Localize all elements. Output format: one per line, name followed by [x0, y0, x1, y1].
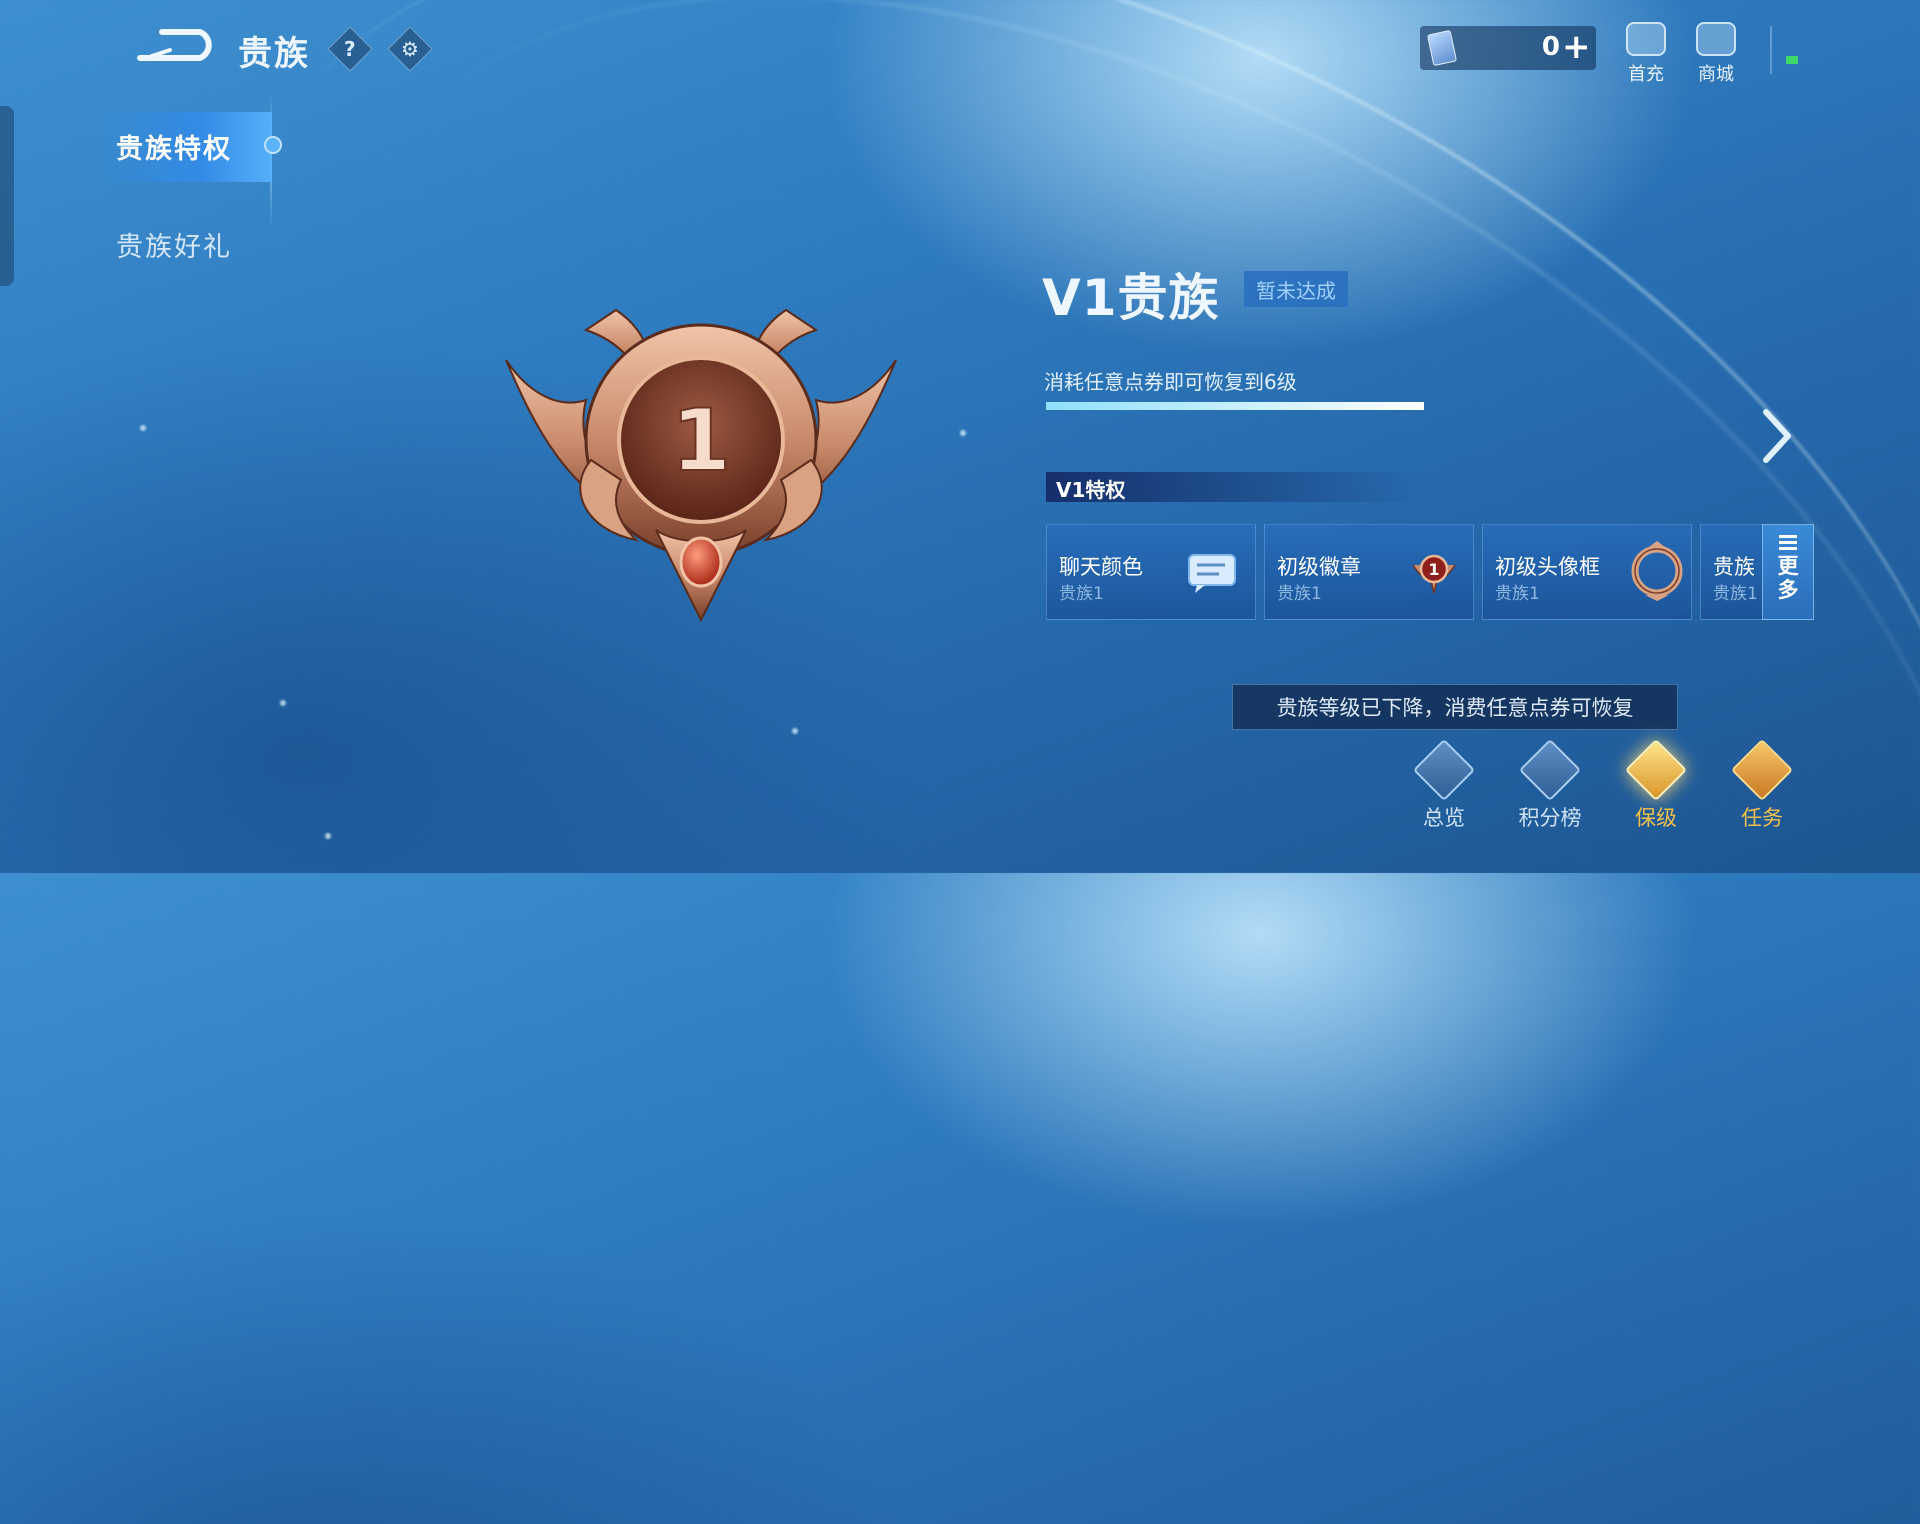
level-drop-tooltip: 贵族等级已下降，消费任意点券可恢复 — [1232, 684, 1678, 730]
gear-glyph: ⚙ — [401, 37, 419, 61]
background-sparkle — [140, 425, 146, 431]
leaderboard-icon — [1518, 738, 1582, 802]
overview-icon — [1412, 738, 1476, 802]
list-icon — [1779, 535, 1797, 550]
v1-emblem: 1 — [505, 308, 897, 623]
svg-text:1: 1 — [1428, 560, 1439, 579]
progress-hint: 消耗任意点券即可恢复到6级 — [1044, 370, 1297, 394]
privilege-card-badge[interactable]: 初级徽章 贵族1 1 — [1264, 524, 1474, 620]
privilege-card-partial[interactable]: 贵族 贵族1 — [1700, 524, 1766, 620]
tab-keep-level[interactable]: 保级 — [1616, 738, 1696, 832]
tab-label: 保级 — [1635, 806, 1677, 830]
privilege-name: 初级头像框 — [1495, 555, 1600, 579]
sidebar-item-privileges[interactable]: 贵族特权 — [116, 127, 232, 166]
first-recharge-label: 首充 — [1628, 64, 1664, 85]
first-recharge-icon — [1626, 22, 1666, 56]
privilege-card-chat-color[interactable]: 聊天颜色 贵族1 — [1046, 524, 1256, 620]
privileges-header: V1特权 — [1056, 478, 1126, 502]
add-currency-button[interactable]: + — [1562, 30, 1591, 64]
battery-icon — [1786, 56, 1798, 64]
chat-bubble-icon — [1188, 554, 1236, 593]
tab-leaderboard[interactable]: 积分榜 — [1510, 738, 1590, 832]
edge-handle — [0, 106, 14, 286]
background-sparkle — [325, 833, 331, 839]
privilege-card-avatar-frame[interactable]: 初级头像框 贵族1 — [1482, 524, 1692, 620]
shop-label: 商城 — [1698, 64, 1734, 85]
privilege-name: 贵族 — [1713, 555, 1755, 579]
privilege-name: 初级徽章 — [1277, 555, 1361, 579]
first-recharge-button[interactable]: 首充 — [1616, 22, 1676, 86]
tab-label: 总览 — [1423, 806, 1465, 830]
next-level-arrow-icon[interactable] — [1756, 406, 1796, 466]
tab-task[interactable]: 任务 — [1722, 738, 1802, 832]
task-icon — [1730, 738, 1794, 802]
sidebar-active-dot — [264, 136, 282, 154]
tab-overview[interactable]: 总览 — [1404, 738, 1484, 832]
divider — [1770, 26, 1772, 74]
back-icon[interactable] — [136, 26, 218, 66]
badge-icon: 1 — [1412, 554, 1456, 594]
privilege-level: 贵族1 — [1059, 584, 1104, 604]
background-sparkle — [792, 728, 798, 734]
privilege-level: 贵族1 — [1495, 584, 1540, 604]
privilege-level: 贵族1 — [1713, 584, 1758, 604]
tab-label: 积分榜 — [1518, 806, 1582, 830]
sidebar-item-gifts[interactable]: 贵族好礼 — [116, 225, 232, 264]
shop-button[interactable]: 商城 — [1686, 22, 1746, 86]
status-badge: 暂未达成 — [1244, 271, 1348, 307]
keep-level-icon — [1624, 738, 1688, 802]
more-label: 更多 — [1777, 554, 1799, 602]
page-title: 贵族 — [238, 34, 310, 74]
level-progress-bar — [1046, 402, 1424, 410]
shop-icon — [1696, 22, 1736, 56]
privilege-level: 贵族1 — [1277, 584, 1322, 604]
avatar-frame-icon — [1631, 541, 1683, 601]
background-sparkle — [280, 700, 286, 706]
currency-value: 0 — [1541, 32, 1560, 62]
privilege-name: 聊天颜色 — [1059, 555, 1143, 579]
background-sparkle — [960, 430, 966, 436]
more-privileges-button[interactable]: 更多 — [1762, 524, 1814, 620]
question-mark-glyph: ? — [344, 36, 356, 61]
tab-label: 任务 — [1741, 806, 1783, 830]
level-title: V1贵族 — [1042, 269, 1220, 327]
level-progress-fill — [1046, 402, 1424, 410]
emblem-level-number: 1 — [671, 391, 731, 491]
